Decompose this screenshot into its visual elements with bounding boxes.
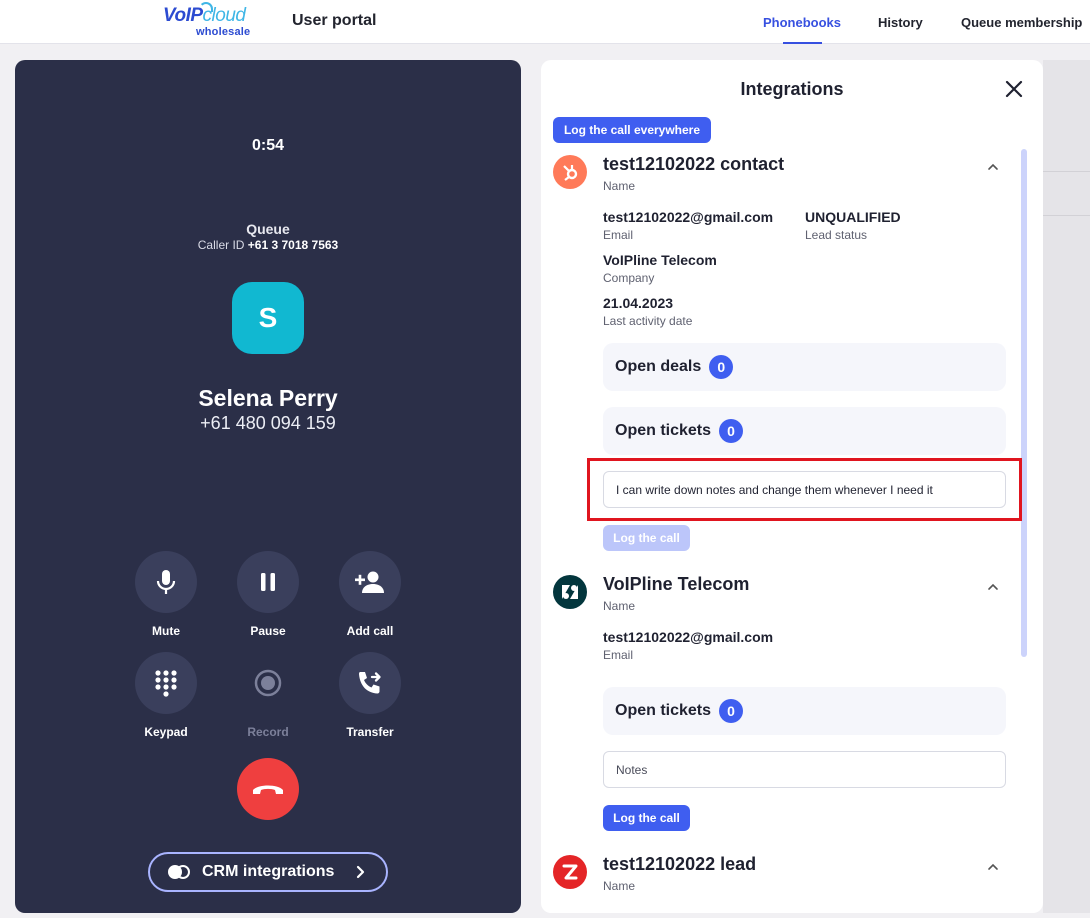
divider [1043,215,1090,216]
zendesk-contact-title: VoIPline Telecom [603,574,750,594]
lead-status-label: Lead status [805,228,868,242]
keypad-icon [155,670,177,697]
mute-label: Mute [152,624,180,638]
open-tickets-label: Open tickets [615,422,712,439]
hubspot-contact-title: test12102022 contact [603,154,785,174]
open-tickets-section[interactable]: Open tickets 0 [603,687,1006,735]
email-label: Email [603,648,634,662]
company-value: VoIPline Telecom [603,252,717,268]
zendesk-icon [553,575,587,609]
record-control: Record [218,652,318,739]
open-deals-label: Open deals [615,358,702,375]
record-button[interactable] [237,652,299,714]
record-icon [254,669,282,697]
zoho-icon [553,855,587,889]
top-navigation-bar: VoIPcloud wholesale User portal Phoneboo… [0,0,1090,44]
end-call-icon [253,785,283,794]
scrollbar[interactable] [1021,149,1027,657]
notes-highlight-frame [587,458,1022,521]
open-deals-section[interactable]: Open deals 0 [603,343,1006,391]
keypad-label: Keypad [144,725,188,739]
last-activity-value: 21.04.2023 [603,295,674,311]
zoho-lead-title: test12102022 lead [603,854,757,874]
chevron-right-icon [356,865,365,879]
contact-avatar: S [232,282,304,354]
email-value: test12102022@gmail.com [603,629,774,645]
phone-transfer-icon [359,672,381,694]
nav-phonebooks[interactable]: Phonebooks [763,15,841,30]
logo-subtext: wholesale [196,26,251,38]
integrations-title: Integrations [740,79,844,99]
pause-control: Pause [218,551,318,638]
open-tickets-label: Open tickets [615,702,712,719]
divider [1043,171,1090,172]
hangup-button[interactable] [237,758,299,820]
pause-icon [261,573,275,591]
pause-button[interactable] [237,551,299,613]
crm-integrations-button[interactable]: CRM integrations [148,852,388,892]
hubspot-icon [553,155,587,189]
microphone-icon [156,570,176,594]
keypad-control: Keypad [116,652,216,739]
open-tickets-section[interactable]: Open tickets 0 [603,407,1006,455]
logo-text: VoIPcloud [163,5,246,26]
chevron-up-icon[interactable] [987,863,999,871]
active-call-panel: 0:54 Queue Caller ID +61 3 7018 7563 S S… [15,60,521,913]
mute-control: Mute [116,551,216,638]
integrations-panel: Integrations Log the call everywhere tes… [541,60,1043,913]
add-person-icon [355,571,384,593]
toggle-icon [168,865,190,879]
add-call-label: Add call [346,624,394,638]
name-label: Name [603,179,636,193]
call-timer: 0:54 [251,137,285,154]
company-label: Company [603,271,655,285]
voipcloud-logo[interactable]: VoIPcloud wholesale [163,2,253,39]
open-deals-count: 0 [709,355,734,379]
background-panel [1043,60,1090,913]
contact-phone: +61 480 094 159 [200,413,336,433]
name-label: Name [603,599,636,613]
portal-title: User portal [292,12,377,29]
email-value: test12102022@gmail.com [603,209,774,225]
keypad-button[interactable] [135,652,197,714]
lead-status-value: UNQUALIFIED [805,209,901,225]
open-tickets-count: 0 [719,699,744,723]
mute-button[interactable] [135,551,197,613]
pause-label: Pause [250,624,286,638]
transfer-control: Transfer [320,652,420,739]
email-label: Email [603,228,634,242]
nav-active-indicator [783,42,822,44]
chevron-up-icon[interactable] [987,163,999,171]
contact-name: Selena Perry [198,385,338,411]
add-call-control: Add call [320,551,420,638]
last-activity-label: Last activity date [603,314,693,328]
hubspot-log-call-button[interactable]: Log the call [603,525,690,551]
chevron-up-icon[interactable] [987,583,999,591]
name-label: Name [603,879,636,893]
add-call-button[interactable] [339,551,401,613]
nav-history[interactable]: History [878,15,923,30]
transfer-button[interactable] [339,652,401,714]
queue-label: Queue [246,221,290,237]
crm-integrations-label: CRM integrations [202,863,335,880]
log-call-everywhere-button[interactable]: Log the call everywhere [553,117,711,143]
record-label: Record [247,725,289,739]
transfer-label: Transfer [346,725,394,739]
caller-id: Caller ID +61 3 7018 7563 [197,238,339,252]
zendesk-notes-input[interactable] [603,751,1006,788]
close-icon[interactable] [1004,79,1024,99]
zendesk-log-call-button[interactable]: Log the call [603,805,690,831]
open-tickets-count: 0 [719,419,744,443]
nav-queue-membership[interactable]: Queue membership [961,15,1082,30]
